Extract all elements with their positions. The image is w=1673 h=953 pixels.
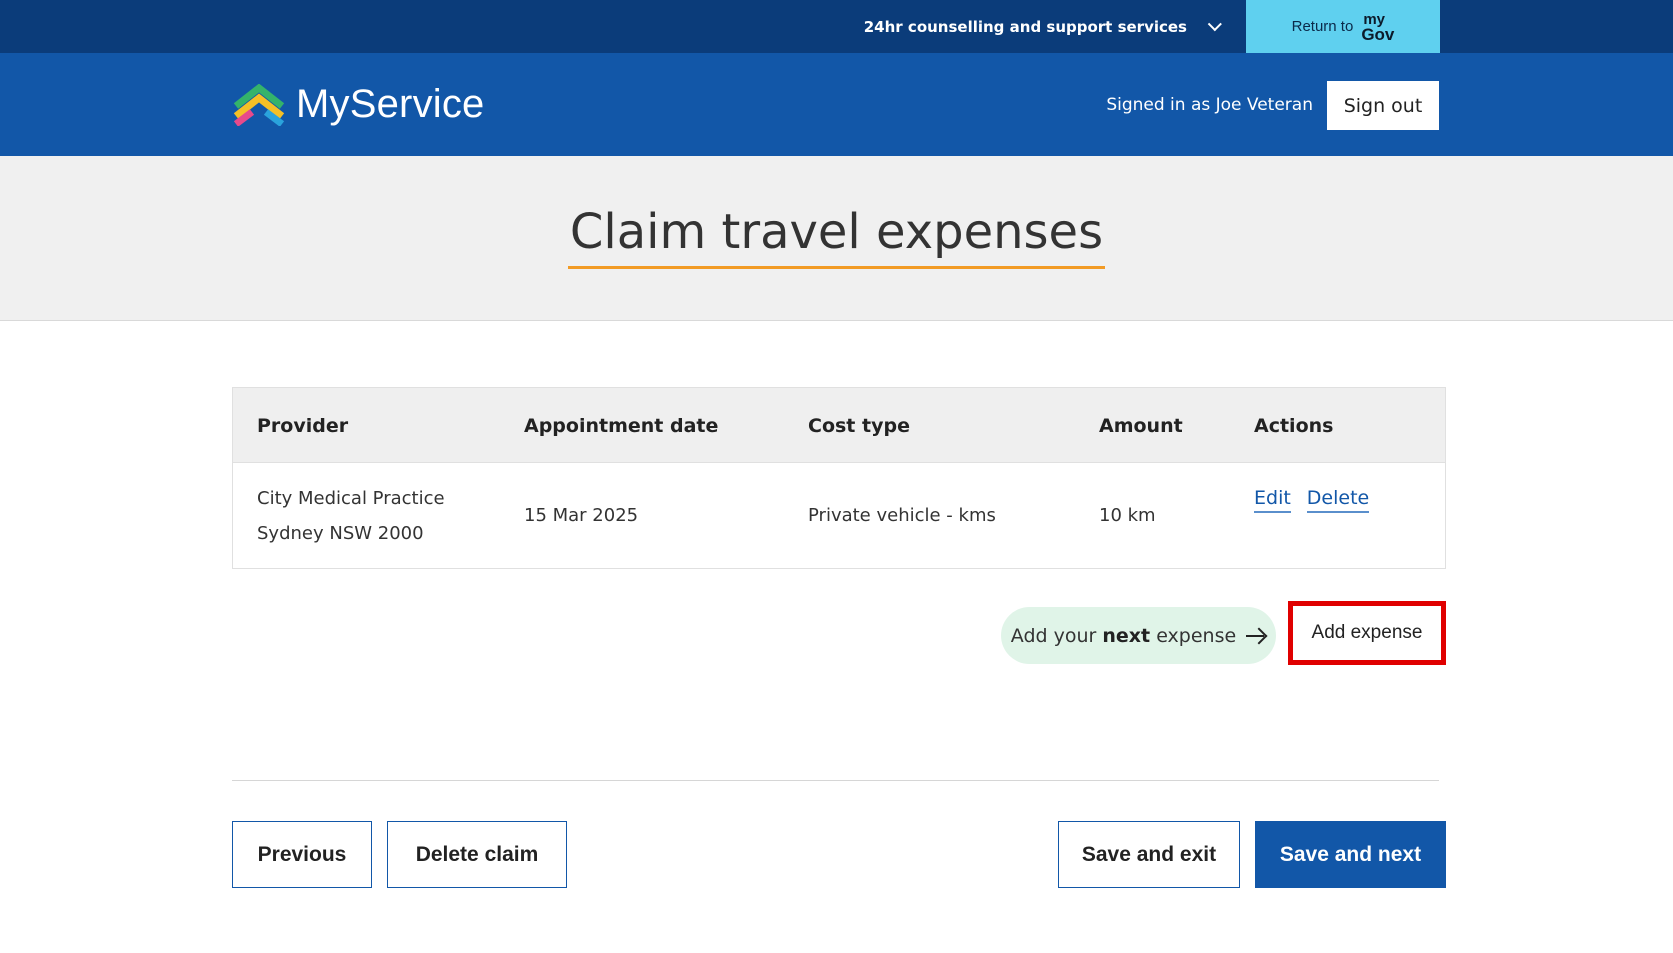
page-title: Claim travel expenses (0, 204, 1673, 269)
delete-claim-button[interactable]: Delete claim (387, 821, 567, 888)
counselling-label: 24hr counselling and support services (863, 17, 1187, 36)
hint-text: Add your next expense (1010, 624, 1237, 647)
column-header-cost-type: Cost type (808, 414, 910, 437)
appointment-date-cell: 15 Mar 2025 (524, 505, 639, 526)
table-header-row: Provider Appointment date Cost type Amou… (233, 388, 1445, 463)
cost-type-cell: Private vehicle - kms (808, 505, 996, 526)
expenses-table: Provider Appointment date Cost type Amou… (232, 387, 1446, 569)
amount-cell: 10 km (1099, 505, 1156, 526)
row-actions: Edit Delete (1254, 487, 1370, 513)
column-header-provider: Provider (257, 414, 349, 437)
signed-in-status: Signed in as Joe Veteran (1106, 94, 1313, 115)
return-to-label: Return to (1291, 18, 1354, 35)
top-utility-bar: 24hr counselling and support services Re… (0, 0, 1673, 53)
myservice-logo-icon (233, 83, 285, 126)
myservice-brand[interactable]: MyService (232, 82, 485, 127)
previous-button[interactable]: Previous (232, 821, 372, 888)
arrow-right-icon (1246, 629, 1266, 643)
table-row: City Medical Practice Sydney NSW 2000 15… (233, 463, 1445, 568)
save-and-next-button[interactable]: Save and next (1255, 821, 1446, 888)
brand-name: MyService (296, 82, 485, 126)
page-title-band: Claim travel expenses (0, 156, 1673, 321)
return-to-mygov-button[interactable]: Return to my Gov (1246, 0, 1440, 53)
mygov-logo: my Gov (1361, 10, 1395, 44)
next-expense-hint: Add your next expense (1001, 607, 1276, 664)
chevron-down-icon (1207, 16, 1222, 31)
add-expense-button[interactable]: Add expense (1288, 601, 1446, 665)
column-header-appointment-date: Appointment date (524, 414, 719, 437)
column-header-actions: Actions (1254, 414, 1334, 437)
save-and-exit-button[interactable]: Save and exit (1058, 821, 1240, 888)
delete-expense-link[interactable]: Delete (1306, 487, 1370, 513)
provider-cell: City Medical Practice Sydney NSW 2000 (257, 487, 445, 544)
site-header: MyService Signed in as Joe Veteran Sign … (0, 53, 1673, 156)
edit-expense-link[interactable]: Edit (1254, 487, 1291, 513)
counselling-services-dropdown[interactable]: 24hr counselling and support services (863, 0, 1222, 53)
column-header-amount: Amount (1099, 414, 1183, 437)
section-divider (232, 780, 1439, 781)
sign-out-button[interactable]: Sign out (1327, 81, 1439, 130)
